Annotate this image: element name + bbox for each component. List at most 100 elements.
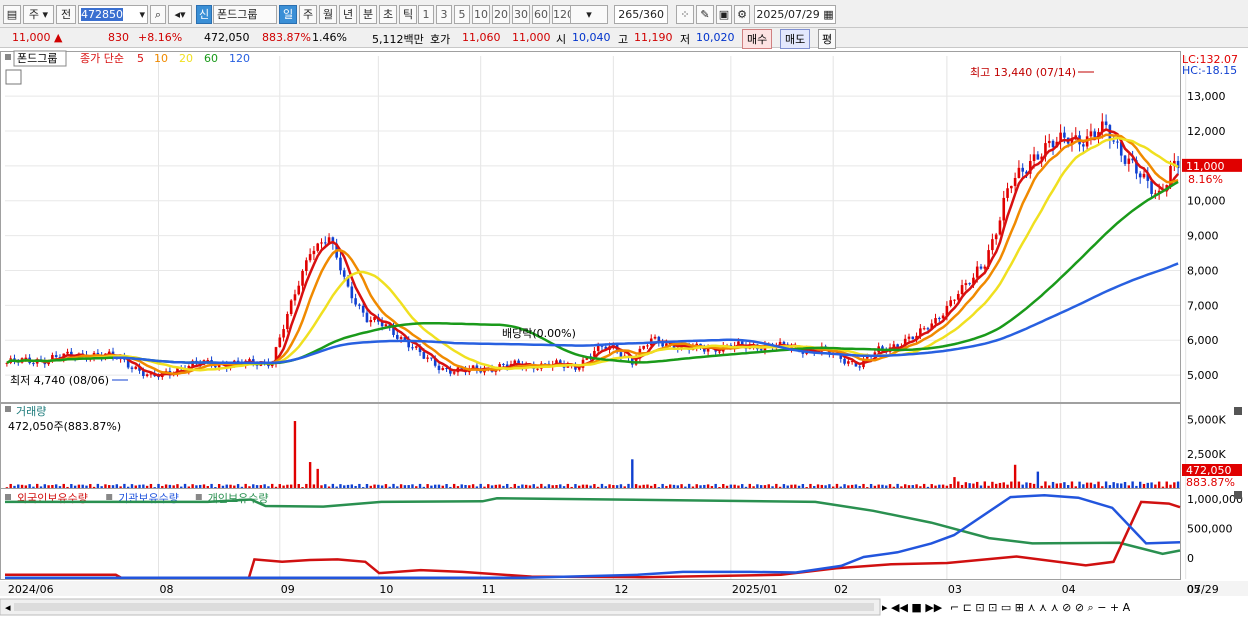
volume-bar xyxy=(24,485,28,488)
tab-period-6[interactable]: 틱 xyxy=(399,5,417,24)
candle xyxy=(289,300,293,314)
volume-bar xyxy=(206,486,209,488)
volume-bar xyxy=(729,484,733,488)
volume-bar xyxy=(608,484,611,488)
volume-bar xyxy=(263,484,266,488)
volume-bar xyxy=(36,483,39,488)
candle xyxy=(441,368,445,371)
volume-bar xyxy=(43,484,46,488)
candle xyxy=(422,352,426,359)
grid-icon[interactable]: ⁘ xyxy=(676,5,694,24)
volume-bar xyxy=(850,484,854,488)
volume-bar xyxy=(217,484,221,488)
volume-bar xyxy=(1116,483,1119,488)
candle xyxy=(32,363,35,365)
volume-bar xyxy=(858,485,861,488)
volume-bar xyxy=(782,484,786,488)
x-axis-label: 12 xyxy=(614,583,628,596)
candle xyxy=(358,304,361,306)
volume-bar xyxy=(536,486,539,488)
tab-interval-10[interactable]: 10 xyxy=(472,5,490,24)
volume-bar xyxy=(1101,486,1104,488)
tab-period-4[interactable]: 분 xyxy=(359,5,377,24)
volume-bar xyxy=(1055,483,1059,488)
chevron-down-icon[interactable]: ▾ xyxy=(570,5,608,24)
volume-bar xyxy=(979,485,983,488)
gear-icon[interactable]: ⚙ xyxy=(734,5,750,24)
volume-bar xyxy=(574,484,577,488)
volume-bar xyxy=(305,483,308,488)
quote-bar: 11,000 ▲ 830 +8.16% 472,050 883.87% 1.46… xyxy=(0,28,1248,49)
volume-bar xyxy=(991,481,994,488)
volume-bar xyxy=(161,485,164,488)
volume-bar xyxy=(354,485,357,488)
volume-bar xyxy=(9,483,12,488)
volume-bar xyxy=(710,486,714,488)
volume-bar xyxy=(638,485,642,488)
volume-bar xyxy=(168,484,172,488)
candle xyxy=(1002,197,1006,221)
volume-bar xyxy=(1165,481,1168,488)
candle xyxy=(278,337,282,348)
tab-period-3[interactable]: 년 xyxy=(339,5,357,24)
eval-button[interactable]: 평 xyxy=(818,29,837,49)
volume-bar xyxy=(585,484,589,488)
volume-bar xyxy=(987,485,990,488)
volume-bar xyxy=(434,484,437,488)
speaker-icon[interactable]: ◂▾ xyxy=(168,5,192,24)
volume-bar xyxy=(650,485,653,488)
code-input[interactable]: 472850 ▾ xyxy=(78,5,148,24)
market-label: 주 xyxy=(28,8,40,21)
candle xyxy=(998,220,1002,235)
tab-interval-3[interactable]: 3 xyxy=(436,5,452,24)
tab-period-1[interactable]: 주 xyxy=(299,5,317,24)
volume-bar xyxy=(320,485,323,488)
menu-icon[interactable]: ▤ xyxy=(3,5,21,24)
volume-bar xyxy=(1002,482,1005,488)
turnover: 1.46% xyxy=(312,31,347,44)
price-chart[interactable]: 폰드그룹 종가 단순 5 10 20 60 120 LC:132.07HC:-18.1513,… xyxy=(0,48,1248,621)
volume-bar xyxy=(145,485,149,488)
search-icon[interactable]: ⌕ xyxy=(150,5,166,24)
volume-bar xyxy=(327,486,331,488)
low: 10,020 xyxy=(696,31,735,44)
tab-interval-20[interactable]: 20 xyxy=(492,5,510,24)
volume-bar xyxy=(566,483,570,488)
volume-bar xyxy=(119,486,122,488)
tab-period-0[interactable]: 일 xyxy=(279,5,297,24)
count-input[interactable]: 265/360 xyxy=(614,5,668,24)
tab-interval-5[interactable]: 5 xyxy=(454,5,470,24)
tab-interval-60[interactable]: 60 xyxy=(532,5,550,24)
market-select[interactable]: 주 ▾ xyxy=(23,5,54,24)
prev-button[interactable]: 전 xyxy=(56,5,76,24)
candle xyxy=(653,336,657,339)
date-input[interactable]: 2025/07/29 ▦ xyxy=(754,5,836,24)
tab-interval-30[interactable]: 30 xyxy=(512,5,530,24)
volume-bar xyxy=(915,484,918,488)
volume-bar xyxy=(1085,482,1089,488)
tab-interval-1[interactable]: 1 xyxy=(418,5,434,24)
buy-button[interactable]: 매수 xyxy=(742,29,773,49)
volume-bar xyxy=(1032,483,1036,488)
stock-name[interactable]: 폰드그룹 xyxy=(213,5,277,24)
volume-bar xyxy=(786,485,789,488)
sell-button[interactable]: 매도 xyxy=(780,29,811,49)
scroll-left-icon: ◂ xyxy=(5,601,11,614)
edit-icon[interactable]: ✎ xyxy=(696,5,714,24)
count-total: /360 xyxy=(639,8,664,21)
volume-bar xyxy=(130,484,134,488)
volume-bar xyxy=(1142,483,1146,488)
candle xyxy=(956,294,960,300)
volume-bar xyxy=(820,484,824,488)
tab-period-5[interactable]: 초 xyxy=(379,5,397,24)
volume-bar xyxy=(596,486,600,488)
candle xyxy=(718,351,721,353)
price-tick-label: 10,000 xyxy=(1187,195,1226,208)
save-icon[interactable]: ▣ xyxy=(716,5,732,24)
date-value: 2025/07/29 xyxy=(756,8,820,21)
volume-bar xyxy=(904,484,907,488)
legend-ma-120: 120 xyxy=(229,52,250,65)
volume-bar xyxy=(521,484,524,488)
tab-period-2[interactable]: 월 xyxy=(319,5,337,24)
calendar-icon: ▦ xyxy=(823,8,834,21)
